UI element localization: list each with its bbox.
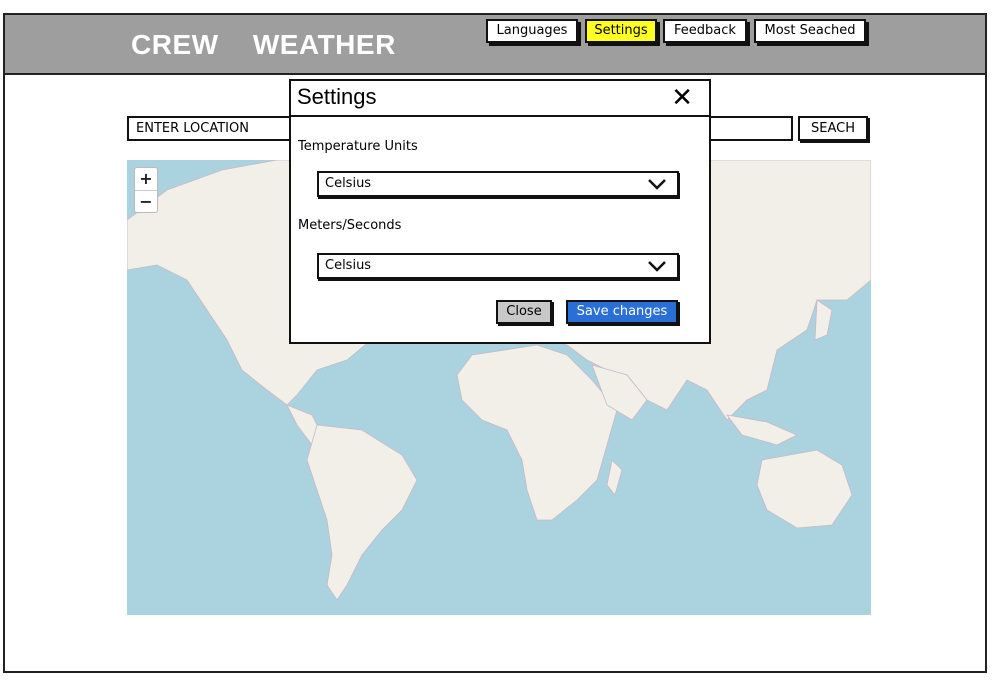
south-america-landmass — [306, 424, 418, 601]
nav-feedback-button[interactable]: Feedback — [663, 19, 747, 43]
app-logo: CREW WEATHER — [131, 29, 396, 60]
africa-landmass — [456, 344, 618, 521]
speed-units-value: Celsius — [325, 258, 372, 273]
zoom-in-button[interactable]: + — [135, 168, 157, 191]
zoom-out-button[interactable]: − — [135, 191, 157, 213]
australia-landmass — [756, 449, 853, 529]
chevron-down-icon — [648, 179, 666, 190]
save-changes-button[interactable]: Save changes — [566, 300, 678, 324]
nav-settings-button[interactable]: Settings — [585, 19, 657, 43]
close-icon[interactable]: ✕ — [671, 84, 693, 112]
modal-close-button[interactable]: Close — [496, 300, 552, 324]
modal-title: Settings — [297, 84, 377, 109]
temperature-units-label: Temperature Units — [298, 139, 418, 154]
nav-most-searched-button[interactable]: Most Seached — [754, 19, 866, 43]
madagascar-landmass — [606, 459, 623, 496]
temperature-units-value: Celsius — [325, 176, 372, 191]
map-zoom-control: + − — [134, 167, 158, 213]
speed-units-select[interactable]: Celsius — [317, 253, 679, 279]
indonesia-landmass — [726, 414, 798, 446]
temperature-units-select[interactable]: Celsius — [317, 171, 679, 197]
settings-modal: Settings ✕ Temperature Units Celsius Met… — [289, 79, 711, 344]
chevron-down-icon — [648, 261, 666, 272]
japan-landmass — [814, 299, 833, 341]
search-button[interactable]: SEACH — [798, 116, 868, 141]
speed-units-label: Meters/Seconds — [298, 218, 402, 233]
nav-languages-button[interactable]: Languages — [486, 19, 578, 43]
modal-header: Settings ✕ — [291, 81, 709, 117]
